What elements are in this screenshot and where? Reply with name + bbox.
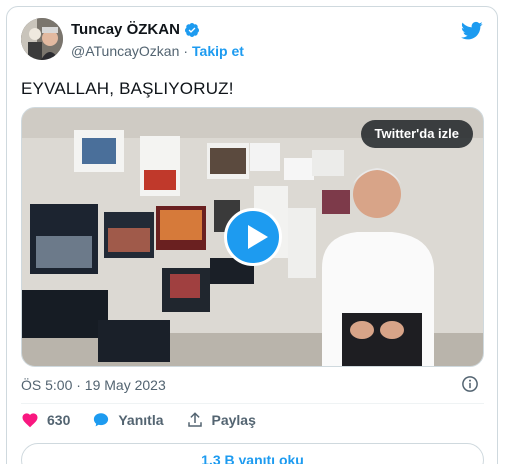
play-button-icon[interactable] [224,208,282,266]
avatar-image [21,18,63,60]
author-handle[interactable]: @ATuncayOzkan [71,43,179,59]
verified-badge-icon [184,22,199,37]
reply-label: Yanıtla [118,412,164,428]
author-display-name[interactable]: Tuncay ÖZKAN [71,21,180,38]
video-player[interactable]: Twitter'da izle [21,107,484,367]
author-name-row: Tuncay ÖZKAN [71,21,200,38]
share-label: Paylaş [211,412,256,428]
avatar[interactable] [21,18,63,60]
like-count: 630 [47,412,71,428]
separator-dot: · [183,43,189,59]
watch-on-twitter-button[interactable]: Twitter'da izle [360,120,473,148]
divider [21,403,484,404]
twitter-bird-icon[interactable] [461,21,483,41]
info-icon[interactable] [461,375,479,393]
follow-button[interactable]: Takip et [192,43,244,59]
share-button[interactable]: Paylaş [186,411,256,429]
tweet-text: EYVALLAH, BAŞLIYORUZ! [21,79,234,98]
reply-bubble-icon [94,413,109,427]
tweet-actions: 630 Yanıtla Paylaş [21,411,256,429]
tweet-timestamp[interactable]: ÖS 5:00 · 19 May 2023 [21,377,166,393]
tweet-card: Tuncay ÖZKAN @ATuncayOzkan · Takip et EY… [6,6,498,464]
author-handle-row: @ATuncayOzkan · Takip et [71,43,244,59]
like-button[interactable]: 630 [21,411,70,429]
read-replies-button[interactable]: 1,3 B yanıtı oku [21,443,484,464]
reply-button[interactable]: Yanıtla [92,411,164,429]
share-upload-icon [187,412,202,427]
heart-icon [22,413,38,428]
